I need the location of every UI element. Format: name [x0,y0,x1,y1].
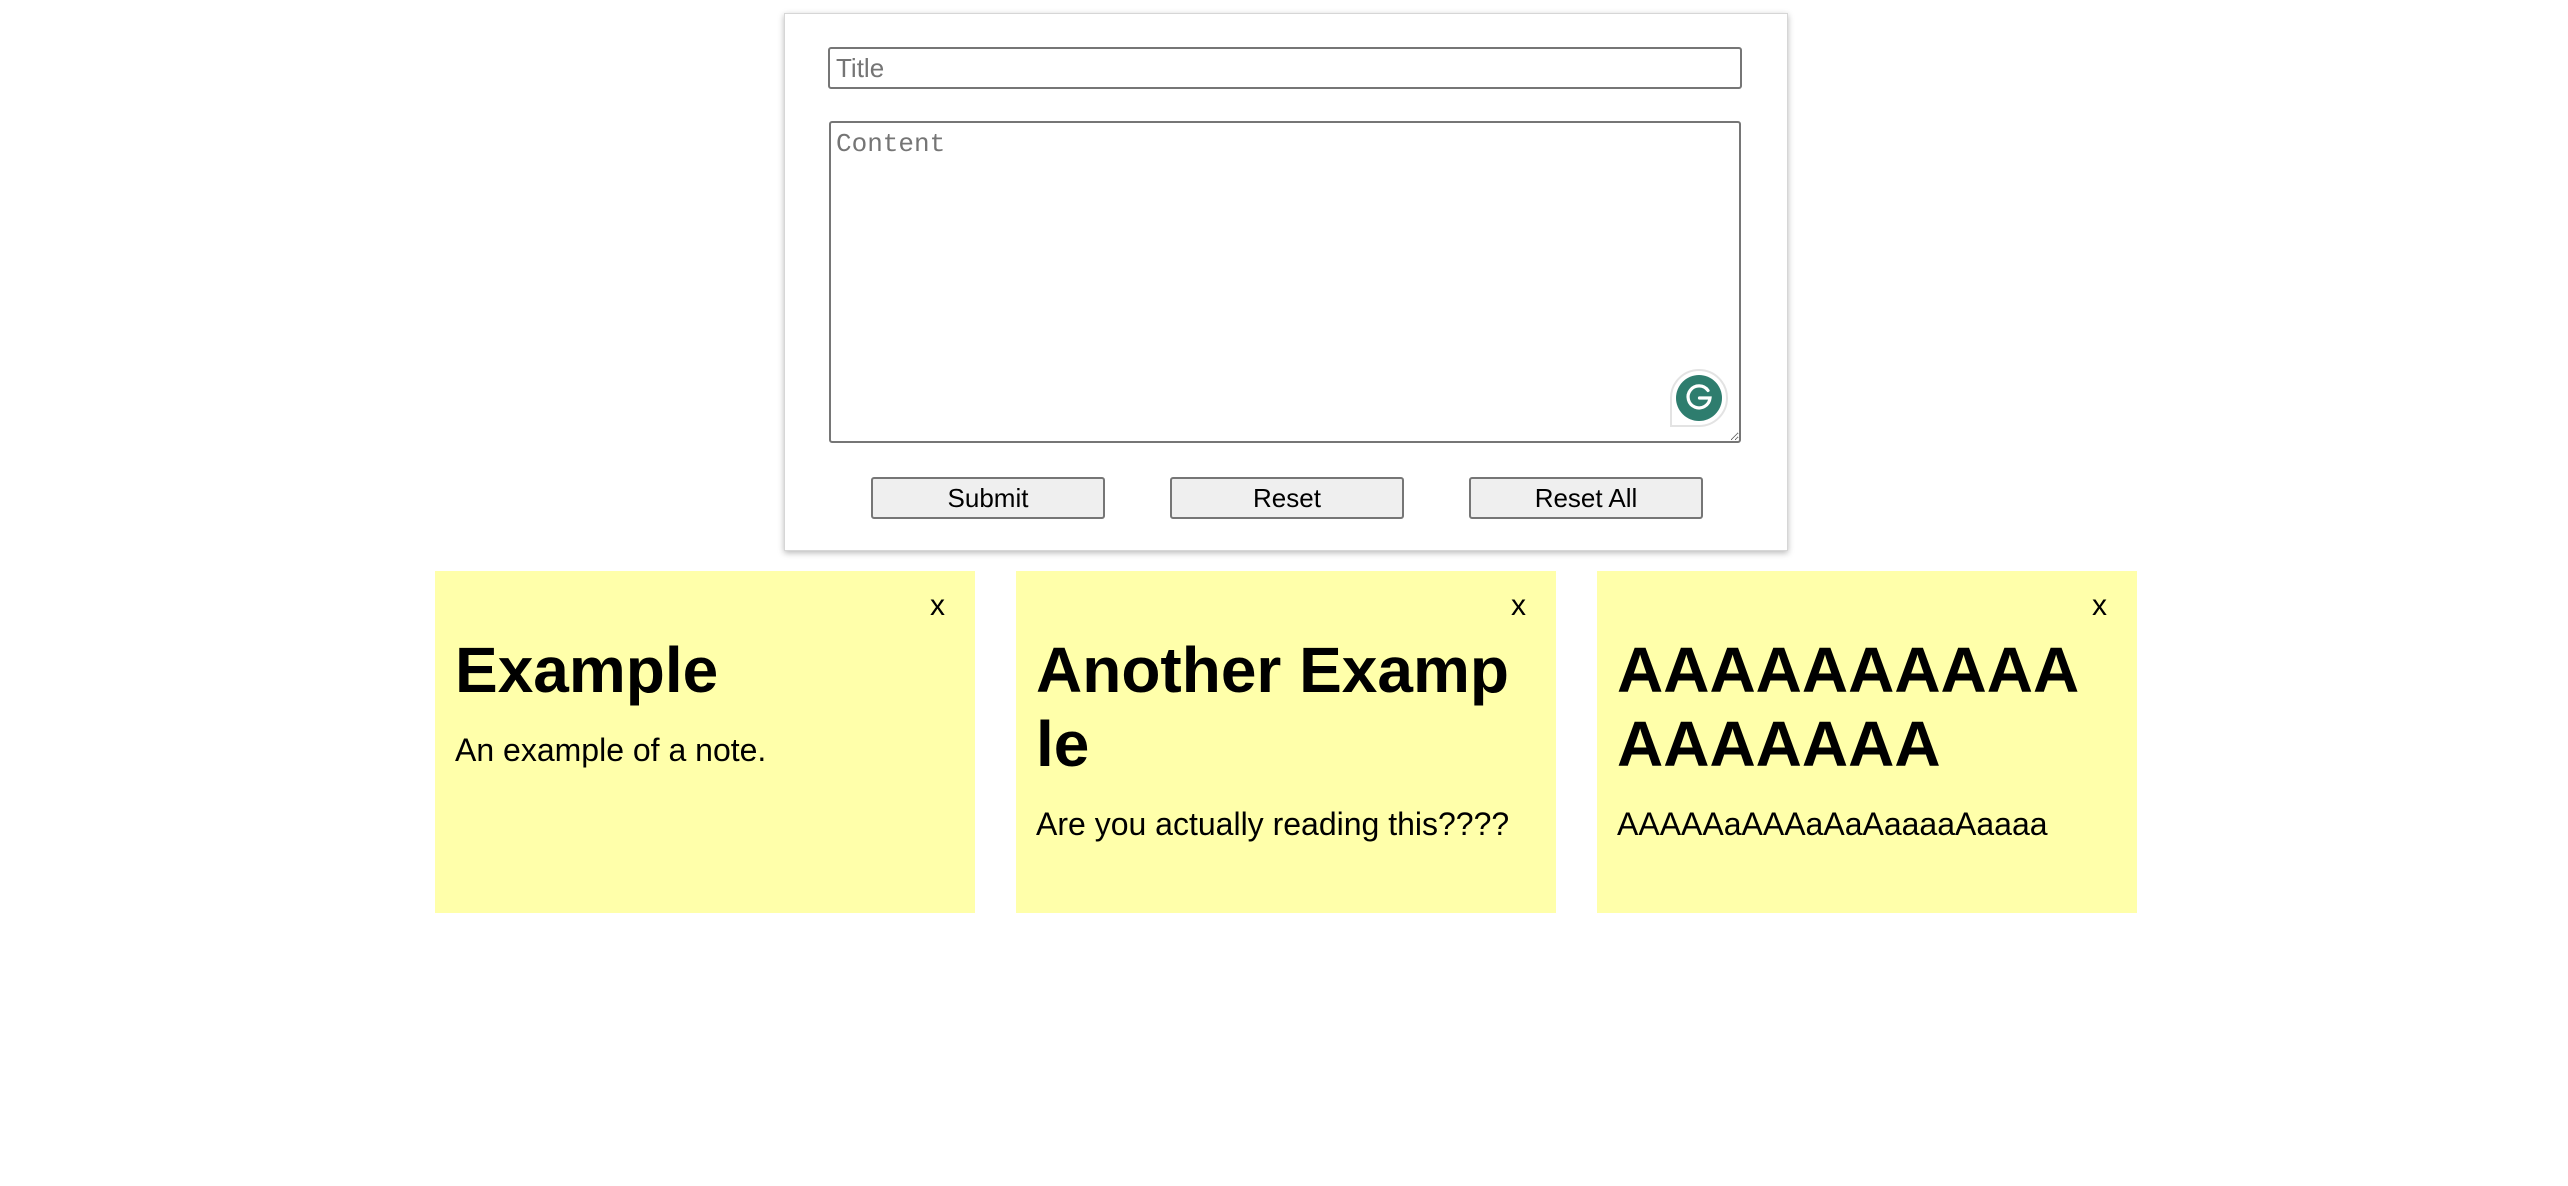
note-close-button[interactable]: x [930,591,945,621]
grammarly-icon[interactable] [1670,369,1728,427]
note-card: x Example An example of a note. [435,571,975,913]
note-title: Example [455,634,719,706]
note-body: AAAAAaAAAaAaAaaaaAaaaa [1617,806,2048,842]
note-body: An example of a note. [455,732,767,768]
reset-button[interactable]: Reset [1170,477,1404,519]
note-title: AAAAAAAAAAAAAAAAA [1617,634,2080,780]
note-card: x Another Example Are you actually readi… [1016,571,1556,913]
note-title: Another Example [1036,634,1509,780]
note-close-button[interactable]: x [2092,591,2107,621]
content-textarea[interactable] [829,121,1741,443]
title-input[interactable] [828,47,1742,89]
grammarly-badge [1676,375,1722,421]
grammarly-g-icon [1686,384,1712,410]
note-form: Submit Reset Reset All [784,13,1788,551]
note-close-button[interactable]: x [1511,591,1526,621]
submit-button[interactable]: Submit [871,477,1105,519]
note-card: x AAAAAAAAAAAAAAAAA AAAAAaAAAaAaAaaaaAaa… [1597,571,2137,913]
reset-all-button[interactable]: Reset All [1469,477,1703,519]
note-body: Are you actually reading this???? [1036,806,1510,842]
